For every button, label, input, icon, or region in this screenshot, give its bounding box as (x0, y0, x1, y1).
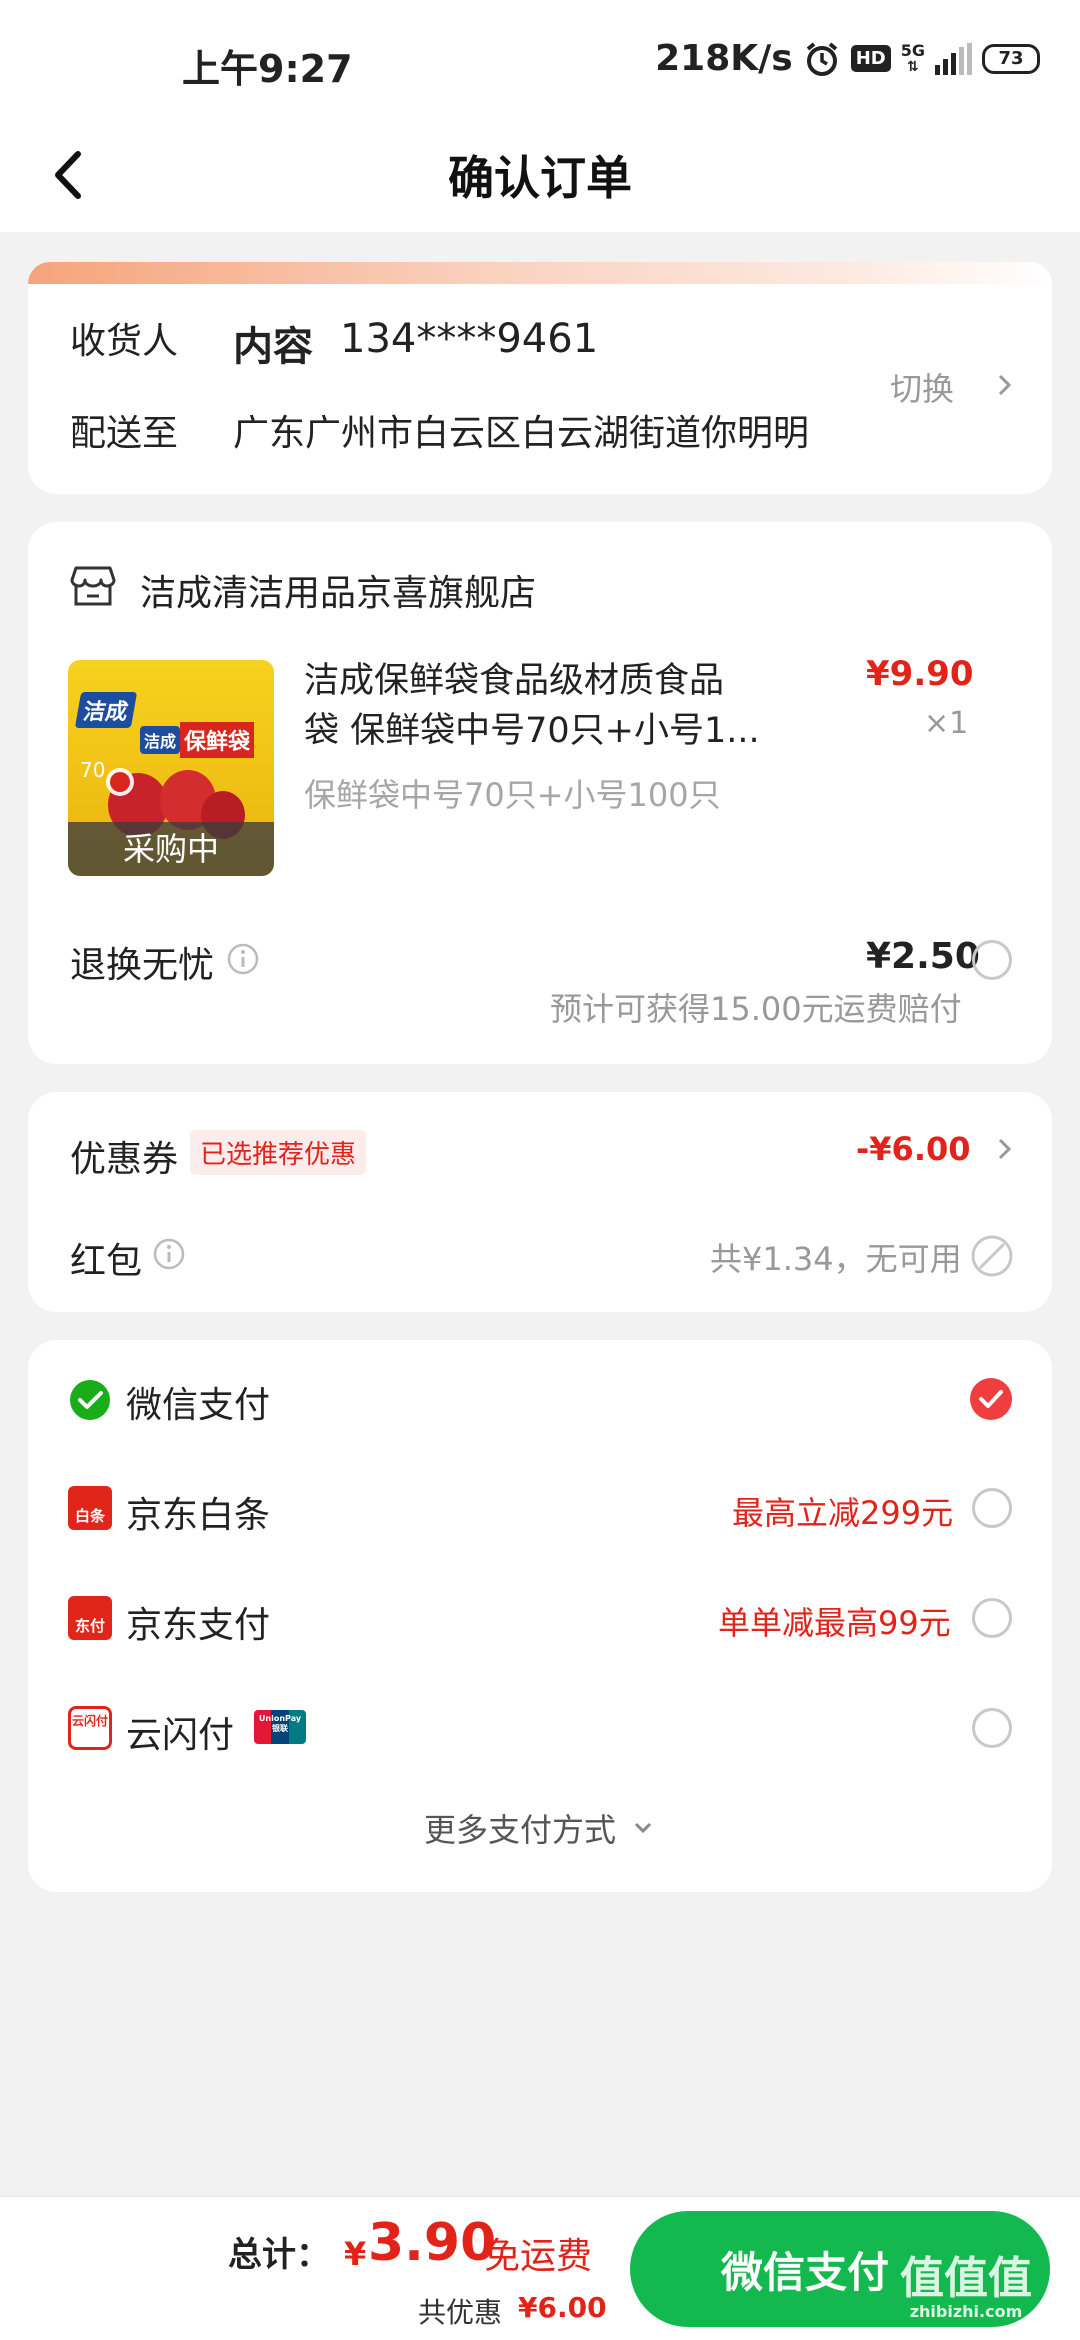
product-image-name: 保鲜袋 (180, 722, 255, 758)
payment-label-wechat: 微信支付 (126, 1385, 271, 1426)
watermark-text: 值值值 (900, 2253, 1032, 2304)
more-payment-label: 更多支付方式 (423, 1811, 616, 1849)
payment-option-wechat[interactable]: 微信支付 (28, 1340, 1052, 1450)
saved-label: 共优惠 (418, 2296, 503, 2329)
deliver-label: 配送至 (70, 413, 179, 454)
payment-card: 微信支付 白条 京东白条 最高立减299元 东付 京东支付 单单减最高99元 云… (28, 1340, 1052, 1892)
alarm-icon (803, 40, 841, 78)
jd-pay-icon: 东付 (68, 1596, 112, 1640)
yunshanfu-icon-text: 云闪付 (71, 1714, 108, 1728)
radio-yunshanfu[interactable] (972, 1708, 1012, 1748)
discount-card: 优惠券 已选推荐优惠 -¥6.00 红包 共¥1.34，无可用 (28, 1092, 1052, 1312)
info-icon[interactable] (152, 1237, 186, 1271)
watermark: 值值值 zhibizhi.com (900, 2253, 1032, 2322)
chevron-right-icon[interactable] (992, 1134, 1018, 1164)
network-type: 5G ⇅ (900, 40, 925, 75)
info-icon[interactable] (226, 942, 260, 976)
redpack-label: 红包 (70, 1241, 143, 1282)
checked-icon[interactable] (970, 1378, 1012, 1420)
pay-button-label: 微信支付 (720, 2247, 889, 2297)
product-spec: 保鲜袋中号70只+小号100只 (304, 776, 721, 814)
receiver-phone: 134****9461 (340, 316, 599, 362)
jd-pay-icon-text: 东付 (74, 1617, 105, 1635)
battery-icon: 73 (982, 43, 1040, 74)
product-image-brand: 洁成 (74, 692, 138, 728)
status-bar: 上午9:27 218K/s HD 5G ⇅ 73 (0, 0, 1080, 120)
address-card[interactable]: 收货人 内容 134****9461 配送至 广东广州市白云区白云湖街道你明明 … (28, 262, 1052, 494)
payment-option-yunshanfu[interactable]: 云闪付 云闪付 UnionPay 银联 (28, 1670, 1052, 1780)
radio-jd-pay[interactable] (972, 1598, 1012, 1638)
signal-icon (935, 42, 972, 75)
return-note: 预计可获得15.00元运费赔付 (550, 990, 962, 1028)
unavailable-icon (971, 1235, 1013, 1277)
redpack-note: 共¥1.34，无可用 (710, 1240, 962, 1278)
chevron-down-icon (634, 1822, 652, 1834)
unionpay-text: UnionPay (258, 1714, 302, 1723)
page-header: 确认订单 (0, 120, 1080, 232)
payment-option-jd-pay[interactable]: 东付 京东支付 单单减最高99元 (28, 1560, 1052, 1670)
hd-icon: HD (850, 45, 891, 72)
status-right: 218K/s HD 5G ⇅ 73 (655, 38, 1040, 79)
page-title: 确认订单 (448, 151, 632, 205)
switch-address-button[interactable]: 切换 (890, 364, 954, 410)
store-name[interactable]: 洁成清洁用品京喜旗舰店 (140, 564, 536, 616)
receiver-label: 收货人 (70, 321, 179, 362)
net-speed: 218K/s (655, 38, 793, 79)
payment-promo-jd-baitiao: 最高立减299元 (732, 1494, 954, 1532)
deliver-address: 广东广州市白云区白云湖街道你明明 (233, 413, 810, 454)
product-image[interactable]: 洁成 洁成 保鲜袋 70 采购中 (68, 660, 274, 876)
product-title-line2[interactable]: 袋 保鲜袋中号70只+小号1... (304, 702, 760, 753)
store-icon (70, 566, 116, 606)
unionpay-icon: UnionPay 银联 (254, 1710, 306, 1744)
watermark-site: zhibizhi.com (909, 2302, 1023, 2321)
coupon-label: 优惠券 (70, 1139, 179, 1180)
status-time: 上午9:27 (182, 47, 353, 91)
store-card: 洁成清洁用品京喜旗舰店 洁成 洁成 保鲜袋 70 采购中 洁成保鲜袋食品级材质食… (28, 522, 1052, 1064)
product-image-brand-small: 洁成 (140, 726, 181, 754)
total-currency: ¥ (344, 2235, 367, 2273)
coupon-value[interactable]: -¥6.00 (856, 1130, 971, 1168)
product-qty: ×1 (924, 706, 969, 741)
jd-baitiao-icon-text: 白条 (74, 1507, 105, 1525)
more-payment-button[interactable]: 更多支付方式 (28, 1788, 1052, 1868)
return-price: ¥2.50 (866, 936, 980, 977)
product-image-count: 70 (80, 758, 106, 782)
payment-promo-jd-pay: 单单减最高99元 (718, 1604, 951, 1642)
saved-value: ¥6.00 (518, 2291, 607, 2324)
free-shipping: 免运费 (484, 2236, 593, 2277)
return-radio[interactable] (972, 940, 1012, 980)
battery-level: 73 (998, 48, 1024, 69)
payment-label-jd-pay: 京东支付 (126, 1605, 271, 1646)
payment-label-jd-baitiao: 京东白条 (126, 1495, 271, 1536)
receiver-name: 内容 (233, 324, 313, 370)
total-label: 总计： (228, 2235, 330, 2275)
payment-label-yunshanfu: 云闪付 (126, 1715, 235, 1756)
product-price: ¥9.90 (866, 654, 974, 694)
bottom-bar: 总计： ¥ 3.90 免运费 共优惠 ¥6.00 微信支付 值值值 zhibiz… (0, 2196, 1080, 2340)
payment-option-jd-baitiao[interactable]: 白条 京东白条 最高立减299元 (28, 1450, 1052, 1560)
radio-jd-baitiao[interactable] (972, 1488, 1012, 1528)
product-title-line1[interactable]: 洁成保鲜袋食品级材质食品 (304, 652, 724, 703)
total-value: 3.90 (368, 2213, 497, 2273)
unionpay-cn: 银联 (272, 1724, 288, 1733)
return-label: 退换无忧 (70, 945, 215, 986)
pay-button[interactable]: 微信支付 值值值 zhibizhi.com (630, 2211, 1050, 2327)
network-type-label: 5G (900, 40, 925, 60)
yunshanfu-icon: 云闪付 (68, 1706, 112, 1750)
coupon-tag: 已选推荐优惠 (190, 1130, 367, 1175)
purchasing-badge: 采购中 (68, 822, 274, 876)
address-card-gradient (28, 262, 1052, 284)
jd-baitiao-icon: 白条 (68, 1486, 112, 1530)
chevron-right-icon (998, 374, 1012, 396)
wechat-pay-icon (70, 1380, 110, 1420)
